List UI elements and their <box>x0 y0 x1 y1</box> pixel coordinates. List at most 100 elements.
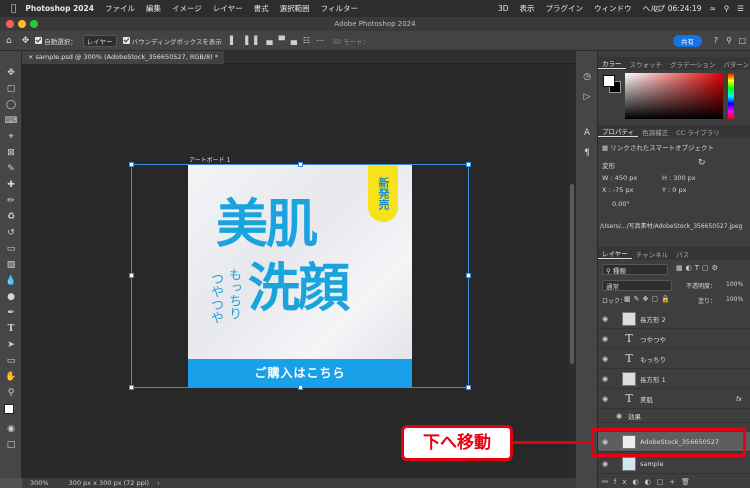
paragraph-panel-icon[interactable]: ¶ <box>581 147 593 159</box>
align-bottom-icon[interactable]: ▄ <box>291 36 297 45</box>
fx-icon[interactable]: fx <box>736 395 742 403</box>
eye-icon[interactable]: ◉ <box>598 460 612 468</box>
fg-color-swatch[interactable] <box>603 75 615 87</box>
artboard-tool-icon[interactable]: ▢ <box>5 83 17 95</box>
character-panel-icon[interactable]: A <box>581 127 593 139</box>
tab-swatches[interactable]: スウォッチ <box>626 59 667 69</box>
handle-mr[interactable] <box>466 273 471 278</box>
dodge-tool-icon[interactable]: ● <box>5 291 17 303</box>
fill-value[interactable]: 100% <box>726 296 743 303</box>
zoom-tool-icon[interactable]: ⚲ <box>5 387 17 399</box>
eraser-icon[interactable]: ▭ <box>5 243 17 255</box>
align-left-icon[interactable]: ▌ <box>230 36 236 45</box>
move-tool-icon[interactable]: ✥ <box>5 67 17 79</box>
eye-icon[interactable]: ◉ <box>612 412 626 420</box>
workspace-icon[interactable]: □ <box>738 36 746 45</box>
home-icon[interactable]: ⌂ <box>6 36 12 46</box>
eyedropper-icon[interactable]: ✎ <box>5 163 17 175</box>
hue-slider[interactable] <box>728 73 734 119</box>
zoom-window-icon[interactable] <box>30 20 38 28</box>
align-hcenter-icon[interactable]: ▐ <box>242 36 248 45</box>
menu-type[interactable]: 書式 <box>254 3 269 14</box>
tab-patterns[interactable]: パターン <box>719 59 750 69</box>
transform-bounding-box[interactable] <box>129 162 471 390</box>
layer-kind-filter[interactable]: ⚲ 種類 <box>602 264 668 275</box>
close-tab-icon[interactable]: × <box>28 53 36 61</box>
quick-mask-icon[interactable]: ◉ <box>5 423 17 435</box>
more-options-icon[interactable]: ⋯ <box>316 36 324 45</box>
tab-paths[interactable]: パス <box>672 249 693 259</box>
handle-tr[interactable] <box>466 162 471 167</box>
opacity-value[interactable]: 100% <box>726 281 743 288</box>
crop-tool-icon[interactable]: ⌖ <box>5 131 17 143</box>
history-panel-icon[interactable]: ◷ <box>581 71 593 83</box>
lock-icons[interactable]: ▦✎✥▢🔒 <box>624 295 673 303</box>
tab-color[interactable]: カラー <box>598 58 626 69</box>
layer-sample[interactable]: ◉ sample <box>598 454 750 474</box>
foreground-color-swatch[interactable] <box>4 404 14 414</box>
menu-window[interactable]: ウィンドウ <box>594 3 632 14</box>
reset-transform-icon[interactable]: ↻ <box>698 158 706 168</box>
angle-field[interactable]: 0.00° <box>612 200 630 208</box>
handle-bm[interactable] <box>298 385 303 390</box>
blur-tool-icon[interactable]: 💧 <box>5 275 17 287</box>
clock-icon[interactable]: ◷ <box>653 4 660 13</box>
bbox-checkbox[interactable] <box>122 37 130 44</box>
tab-channels[interactable]: チャンネル <box>632 249 672 259</box>
eye-icon[interactable]: ◉ <box>598 375 612 383</box>
align-top-icon[interactable]: ▄ <box>266 36 272 45</box>
height-field[interactable]: H : 300 px <box>662 174 696 182</box>
align-vcenter-icon[interactable]: ▀ <box>279 36 285 45</box>
scroll-thumb[interactable] <box>570 184 574 364</box>
menu-view[interactable]: 表示 <box>520 3 535 14</box>
app-menu[interactable]: Photoshop 2024 <box>25 4 94 13</box>
menu-filter[interactable]: フィルター <box>321 3 358 14</box>
document-tab[interactable]: × sample.psd @ 300% (AdobeStock_35665052… <box>22 51 225 64</box>
wifi-icon[interactable]: ≈ <box>709 4 715 13</box>
layer-rect1[interactable]: ◉ 長方形 1 <box>598 369 750 389</box>
color-picker-field[interactable] <box>625 73 723 119</box>
layer-effects[interactable]: ◉ 効果 <box>598 409 750 423</box>
distribute-icon[interactable]: ☷ <box>303 36 310 45</box>
layers-footer-icons[interactable]: ⚯fx◐◐□+🗑 <box>602 478 748 486</box>
eye-icon[interactable]: ◉ <box>598 355 612 363</box>
search-icon[interactable]: ⚲ <box>724 4 730 13</box>
eye-icon[interactable]: ◉ <box>598 335 612 343</box>
layer-bihada[interactable]: ◉ T 美肌 fx <box>598 389 750 409</box>
handle-ml[interactable] <box>129 273 134 278</box>
layer-rect2[interactable]: ◉ 長方形 2 <box>598 309 750 329</box>
brush-tool-icon[interactable]: ✏ <box>5 195 17 207</box>
control-center-icon[interactable]: ☰ <box>737 4 744 13</box>
eye-icon[interactable]: ◉ <box>598 315 612 323</box>
rectangle-tool-icon[interactable]: ▭ <box>5 355 17 367</box>
object-select-icon[interactable]: ⌨ <box>5 115 18 127</box>
actions-panel-icon[interactable]: ▷ <box>581 91 593 103</box>
minimize-window-icon[interactable] <box>18 20 26 28</box>
tab-adjustments[interactable]: 色調補正 <box>638 127 672 137</box>
menu-3d[interactable]: 3D <box>498 4 509 13</box>
gradient-tool-icon[interactable]: ▧ <box>5 259 17 271</box>
share-button[interactable]: 共有 <box>673 35 702 47</box>
move-tool-icon[interactable]: ✥ <box>22 36 30 46</box>
menu-layer[interactable]: レイヤー <box>213 3 243 14</box>
width-field[interactable]: W : 450 px <box>602 174 637 182</box>
menu-image[interactable]: イメージ <box>172 3 202 14</box>
status-arrow-icon[interactable]: › <box>157 479 160 487</box>
handle-br[interactable] <box>466 385 471 390</box>
pen-tool-icon[interactable]: ✒ <box>5 307 17 319</box>
handle-tl[interactable] <box>129 162 134 167</box>
auto-select-checkbox[interactable] <box>35 37 43 44</box>
menu-plugins[interactable]: プラグイン <box>546 3 584 14</box>
layer-mocchiri[interactable]: ◉ T もっちり <box>598 349 750 369</box>
screen-mode-icon[interactable]: □ <box>5 439 17 451</box>
history-brush-icon[interactable]: ↺ <box>5 227 17 239</box>
lasso-tool-icon[interactable]: ◯ <box>5 99 17 111</box>
type-tool-icon[interactable]: T <box>5 323 17 335</box>
layer-tsuyatsuya[interactable]: ◉ T つやつや <box>598 329 750 349</box>
menu-file[interactable]: ファイル <box>105 3 135 14</box>
vertical-scrollbar[interactable] <box>568 64 576 478</box>
menu-select[interactable]: 選択範囲 <box>280 3 310 14</box>
y-field[interactable]: Y : 0 px <box>662 186 686 194</box>
path-select-icon[interactable]: ➤ <box>5 339 17 351</box>
menu-edit[interactable]: 編集 <box>146 3 161 14</box>
